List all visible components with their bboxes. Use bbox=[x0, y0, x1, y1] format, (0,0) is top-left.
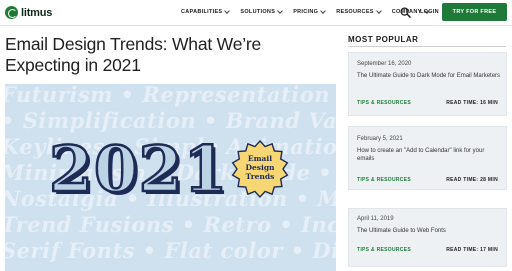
card-tag[interactable]: TIPS & RESOURCES bbox=[357, 100, 411, 106]
site-header: litmus CAPABILITIES SOLUTIONS PRICING RE… bbox=[0, 0, 512, 26]
logo-text: litmus bbox=[21, 6, 53, 19]
nav-label: PRICING bbox=[293, 9, 319, 15]
card-tag[interactable]: TIPS & RESOURCES bbox=[357, 177, 411, 183]
login-link[interactable]: LOGIN bbox=[420, 9, 439, 15]
popular-card[interactable]: February 5, 2021 How to create an "Add t… bbox=[348, 126, 507, 190]
nav-label: SOLUTIONS bbox=[240, 9, 276, 15]
card-read-time: READ TIME: 28 MIN bbox=[446, 177, 498, 183]
chevron-down-icon bbox=[277, 8, 284, 14]
hero-year: 2021 bbox=[48, 132, 229, 207]
card-title[interactable]: The Ultimate Guide to Dark Mode for Emai… bbox=[357, 72, 502, 80]
badge-line: Email bbox=[247, 154, 273, 163]
hero-background-text: • Simplification • Brand Values • bbox=[5, 108, 336, 133]
card-read-time: READ TIME: 16 MIN bbox=[446, 100, 498, 106]
card-tag[interactable]: TIPS & RESOURCES bbox=[357, 247, 411, 253]
card-date: April 11, 2019 bbox=[357, 216, 394, 222]
hero-background-text: Serif Fonts • Flat color • Diversity • bbox=[5, 238, 336, 263]
litmus-logo-icon bbox=[5, 6, 18, 19]
card-read-time: READ TIME: 17 MIN bbox=[446, 247, 498, 253]
search-icon[interactable] bbox=[400, 7, 411, 18]
badge-line: Design bbox=[245, 163, 275, 172]
badge-text: Email Design Trends bbox=[230, 154, 290, 181]
chevron-down-icon bbox=[375, 8, 382, 14]
nav-resources[interactable]: RESOURCES bbox=[336, 8, 382, 15]
litmus-logo[interactable]: litmus bbox=[5, 6, 52, 19]
card-date: September 16, 2020 bbox=[357, 61, 412, 67]
hero-image: Futurism • Representation • • Simplifica… bbox=[5, 84, 336, 271]
card-date: February 5, 2021 bbox=[357, 136, 403, 142]
nav-pricing[interactable]: PRICING bbox=[293, 8, 327, 15]
most-popular-heading: MOST POPULAR bbox=[348, 35, 419, 44]
chevron-down-icon bbox=[320, 8, 327, 14]
nav-solutions[interactable]: SOLUTIONS bbox=[240, 8, 284, 15]
popular-card[interactable]: September 16, 2020 The Ultimate Guide to… bbox=[348, 52, 507, 116]
hero-background-text: Trend Fusions • Retro • Inclusion • bbox=[5, 212, 336, 237]
nav-label: RESOURCES bbox=[336, 9, 374, 15]
popular-card[interactable]: April 11, 2019 The Ultimate Guide to Web… bbox=[348, 208, 507, 267]
nav-capabilities[interactable]: CAPABILITIES bbox=[181, 8, 231, 15]
chevron-down-icon bbox=[224, 8, 231, 14]
sidebar-divider bbox=[348, 46, 506, 47]
try-for-free-button[interactable]: TRY FOR FREE bbox=[442, 3, 507, 21]
hero-background-text: Futurism • Representation • bbox=[5, 84, 336, 107]
nav-label: CAPABILITIES bbox=[181, 9, 223, 15]
card-title[interactable]: How to create an "Add to Calendar" link … bbox=[357, 147, 502, 163]
card-title[interactable]: The Ultimate Guide to Web Fonts bbox=[357, 227, 502, 235]
badge-line: Trends bbox=[245, 172, 275, 181]
article-title: Email Design Trends: What We’re Expectin… bbox=[5, 34, 262, 75]
